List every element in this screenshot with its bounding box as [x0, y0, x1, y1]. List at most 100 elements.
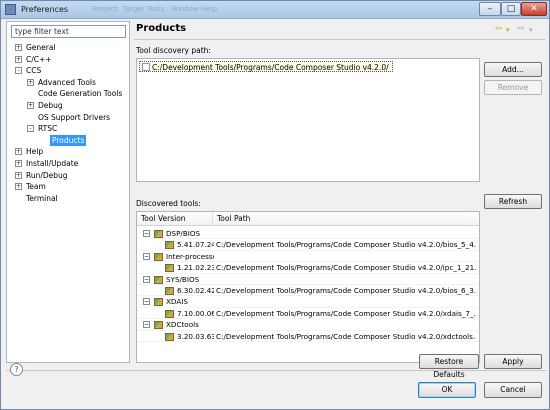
ghost-menu-item: Window	[171, 5, 199, 13]
remove-button[interactable]: Remove	[484, 80, 542, 95]
tree-item[interactable]: + Debug	[7, 100, 129, 112]
collapse-icon[interactable]: −	[143, 230, 150, 237]
page-title: Products	[136, 23, 187, 34]
collapse-icon[interactable]: -	[27, 125, 34, 133]
tool-group-row[interactable]: − SYS/BIOS	[137, 274, 479, 285]
tool-group-row[interactable]: − DSP/BIOS	[137, 228, 479, 240]
ghost-menu-item: Tools	[147, 5, 165, 13]
expand-icon[interactable]: +	[15, 159, 22, 167]
maximize-button[interactable]: □	[501, 2, 521, 16]
forward-arrow-icon[interactable]: ⇨	[517, 24, 525, 34]
tree-item-label: Debug	[38, 100, 63, 110]
close-window-button[interactable]: ✕	[521, 2, 547, 16]
refresh-button[interactable]: Refresh	[484, 194, 542, 209]
tree-item[interactable]: + Run/Debug	[7, 170, 129, 182]
tool-version: 7.10.00.06	[177, 308, 214, 318]
tool-row[interactable]: 7.10.00.06 C:/Development Tools/Programs/…	[137, 308, 479, 320]
discovery-path-list[interactable]: C:/Development Tools/Programs/Code Compo…	[136, 58, 480, 182]
tree-item-label: OS Support Drivers	[38, 112, 111, 122]
tool-row[interactable]: 3.20.03.63 C:/Development Tools/Programs/…	[137, 331, 479, 342]
tool-group-row[interactable]: − Inter-processo	[137, 251, 479, 263]
collapse-icon[interactable]: −	[143, 252, 150, 260]
discovery-path-text: C:/Development Tools/Programs/Code Compo…	[152, 63, 389, 72]
footer-separator	[6, 370, 546, 371]
filter-input[interactable]: type filter text	[11, 25, 126, 38]
tool-group-name: SYS/BIOS	[166, 274, 200, 284]
preference-tree: + General + C/C++ - CCS + Advanced Tools Code Ge…	[7, 42, 129, 204]
collapse-icon[interactable]: −	[143, 298, 150, 306]
path-checkbox[interactable]	[142, 63, 150, 71]
tool-version: 1.21.02.23	[177, 263, 214, 273]
dialog-content: type filter text + General + C/C++ - CCS + Adva…	[1, 19, 549, 391]
table-header: Tool Version Tool Path	[137, 212, 479, 226]
expand-icon[interactable]: +	[15, 148, 22, 156]
tool-path: C:/Development Tools/Programs/Code Compo…	[216, 263, 476, 273]
discovery-path-item[interactable]: C:/Development Tools/Programs/Code Compo…	[139, 61, 393, 72]
tree-item-label: Advanced Tools	[38, 77, 96, 87]
tree-item-label: C/C++	[26, 54, 52, 64]
tool-row[interactable]: 1.21.02.23 C:/Development Tools/Programs/…	[137, 262, 479, 274]
tool-version: 5.41.07.24	[177, 240, 214, 250]
tree-item[interactable]: Products	[7, 134, 129, 147]
product-icon	[154, 275, 163, 284]
tree-item[interactable]: + Advanced Tools	[7, 77, 129, 89]
tool-group-name: XDCtools	[166, 320, 199, 330]
column-header-path[interactable]: Tool Path	[213, 212, 479, 226]
add-button[interactable]: Add...	[484, 62, 542, 77]
tool-group-row[interactable]: − XDAIS	[137, 296, 479, 308]
expand-icon[interactable]: +	[15, 55, 22, 63]
title-bar[interactable]: Preferences Project Target Tools Window …	[1, 1, 549, 19]
minimize-button[interactable]: –	[479, 2, 501, 16]
chevron-down-icon[interactable]: ▾	[529, 26, 533, 34]
preference-tree-pane: type filter text + General + C/C++ - CCS + Adva…	[6, 21, 130, 363]
tree-item[interactable]: - RTSC	[7, 123, 129, 135]
tree-item[interactable]: Terminal	[7, 193, 129, 205]
tool-row[interactable]: 5.41.07.24 C:/Development Tools/Programs/…	[137, 239, 479, 251]
ghost-menu-item: Target	[123, 5, 145, 13]
version-icon	[165, 264, 174, 273]
tree-item[interactable]: + Help	[7, 146, 129, 158]
ok-button[interactable]: OK	[418, 382, 476, 398]
expand-icon[interactable]: +	[27, 101, 34, 109]
tool-path: C:/Development Tools/Programs/Code Compo…	[216, 286, 476, 295]
tree-item-label: Team	[26, 182, 46, 192]
tree-item-label: Install/Update	[26, 158, 79, 168]
tool-row[interactable]: 6.30.02.42 C:/Development Tools/Programs/…	[137, 285, 479, 297]
tree-item-label: RTSC	[38, 124, 58, 134]
tool-group-name: XDAIS	[166, 297, 188, 307]
expand-icon[interactable]: +	[27, 78, 34, 86]
tree-item[interactable]: + Install/Update	[7, 158, 129, 170]
version-icon	[165, 332, 174, 341]
expand-icon[interactable]: +	[15, 183, 22, 191]
cancel-button[interactable]: Cancel	[484, 382, 542, 398]
product-icon	[154, 230, 163, 238]
tree-item[interactable]: - CCS	[7, 65, 129, 77]
discovered-tools-table[interactable]: Tool Version Tool Path − DSP/BIOS 5.41.07.…	[136, 211, 480, 363]
tree-item-label: Products	[50, 134, 87, 147]
tree-item-label: Run/Debug	[26, 170, 68, 180]
collapse-icon[interactable]: -	[15, 67, 22, 75]
tree-item[interactable]: Code Generation Tools	[7, 88, 129, 100]
expand-icon[interactable]: +	[15, 171, 22, 179]
tool-group-row[interactable]: − XDCtools	[137, 319, 479, 331]
column-header-version[interactable]: Tool Version	[137, 212, 213, 226]
tool-path: C:/Development Tools/Programs/Code Compo…	[216, 308, 476, 318]
tool-group-name: Inter-processo	[166, 251, 214, 261]
chevron-down-icon[interactable]: ▾	[506, 26, 510, 34]
collapse-icon[interactable]: −	[143, 275, 150, 283]
window-title: Preferences	[21, 5, 69, 14]
help-icon[interactable]: ?	[10, 363, 23, 376]
tree-item[interactable]: + C/C++	[7, 54, 129, 66]
tree-item[interactable]: OS Support Drivers	[7, 112, 129, 124]
tree-item[interactable]: + General	[7, 42, 129, 54]
product-icon	[154, 298, 163, 307]
app-icon	[5, 4, 16, 15]
back-arrow-icon[interactable]: ⇦	[495, 24, 503, 34]
apply-button[interactable]: Apply	[484, 354, 542, 369]
product-icon	[154, 252, 163, 261]
tree-item[interactable]: + Team	[7, 181, 129, 193]
tool-path: C:/Development Tools/Programs/Code Compo…	[216, 240, 476, 250]
restore-defaults-button[interactable]: Restore Defaults	[419, 354, 479, 379]
collapse-icon[interactable]: −	[143, 321, 150, 329]
expand-icon[interactable]: +	[15, 44, 22, 51]
